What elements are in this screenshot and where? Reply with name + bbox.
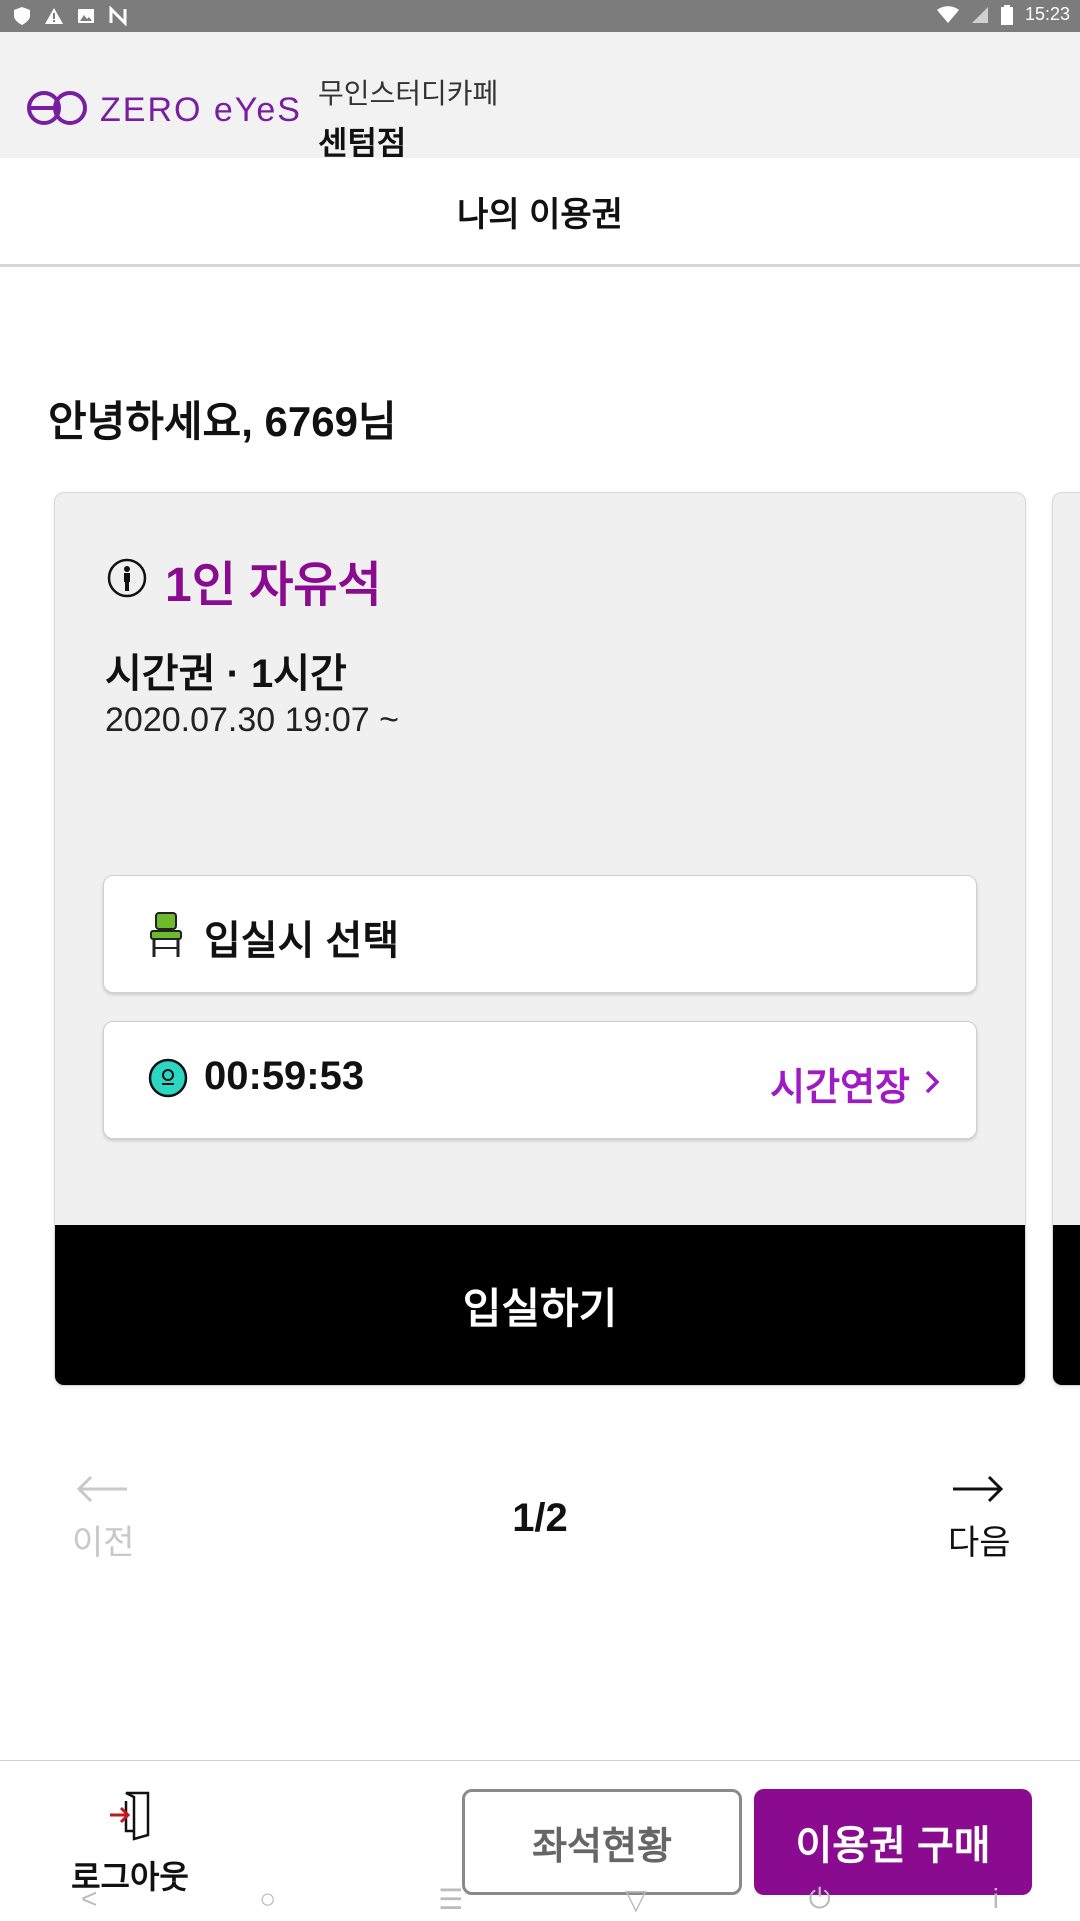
plan-label: 시간권 · 1시간: [105, 652, 347, 696]
battery-icon: [1000, 4, 1013, 25]
dropdown-nav-icon[interactable]: ▽: [625, 1883, 647, 1916]
ticket-card[interactable]: 1인 자유석 시간권 · 1시간 2020.07.30 19:07 ~ 입실시 …: [54, 492, 1026, 1386]
status-bar: 15:23: [0, 0, 1080, 32]
chevron-right-icon: [924, 1062, 940, 1105]
remaining-time: 00:59:53: [204, 1054, 365, 1098]
arrow-right-icon: [951, 1475, 1005, 1508]
page-title: 나의 이용권: [457, 195, 623, 234]
store-info: 무인스터디카페 센텀점: [318, 72, 498, 164]
seat-type-label: 1인 자유석: [165, 559, 382, 612]
next-ticket-card-peek[interactable]: [1052, 492, 1080, 1386]
app-header: ZERO eYeS 무인스터디카페 센텀점: [0, 32, 1080, 161]
logout-door-icon: [108, 1791, 152, 1845]
page-indicator: 1/2: [512, 1496, 568, 1540]
back-nav-icon[interactable]: <: [81, 1883, 97, 1915]
bottom-bar: 로그아웃 좌석현황 이용권 구매 < ○ ☰ ▽ ⏻ i: [0, 1760, 1080, 1921]
system-nav-overlay: < ○ ☰ ▽ ⏻ i: [0, 1877, 1080, 1921]
seat-select-box[interactable]: 입실시 선택: [103, 875, 977, 993]
extend-time-link[interactable]: 시간연장: [770, 1056, 940, 1111]
wifi-icon: [936, 5, 959, 24]
timer-box: 00:59:53 시간연장: [103, 1021, 977, 1139]
home-nav-icon[interactable]: ○: [259, 1883, 276, 1915]
logo-text: ZERO eYeS: [100, 91, 302, 129]
enter-room-button[interactable]: 입실하기: [55, 1225, 1025, 1385]
seat-select-label: 입실시 선택: [204, 919, 400, 963]
power-icon[interactable]: ⏻: [809, 1883, 831, 1916]
signal-icon: [971, 6, 989, 24]
n-icon: [108, 6, 128, 26]
start-date: 2020.07.30 19:07 ~: [105, 701, 399, 739]
greeting-text: 안녕하세요, 6769님: [48, 398, 397, 445]
warning-icon: [44, 6, 64, 26]
shield-icon: [12, 6, 32, 26]
page-title-bar: 나의 이용권: [0, 158, 1080, 267]
next-button[interactable]: 다음: [948, 1474, 1011, 1564]
status-time: 15:23: [1024, 4, 1070, 24]
person-icon: [107, 558, 147, 603]
timer-icon: [148, 1058, 188, 1103]
next-label: 다음: [948, 1524, 1011, 1562]
chair-icon: [148, 912, 184, 963]
seat-type: 1인 자유석: [107, 545, 382, 615]
brand-logo: ZERO eYeS: [26, 90, 302, 131]
extend-time-label: 시간연장: [770, 1067, 910, 1109]
menu-nav-icon[interactable]: ☰: [438, 1883, 463, 1916]
store-type: 무인스터디카페: [318, 78, 499, 109]
info-icon[interactable]: i: [993, 1883, 999, 1915]
zero-eyes-logo-icon: [26, 90, 88, 131]
image-icon: [76, 6, 96, 26]
